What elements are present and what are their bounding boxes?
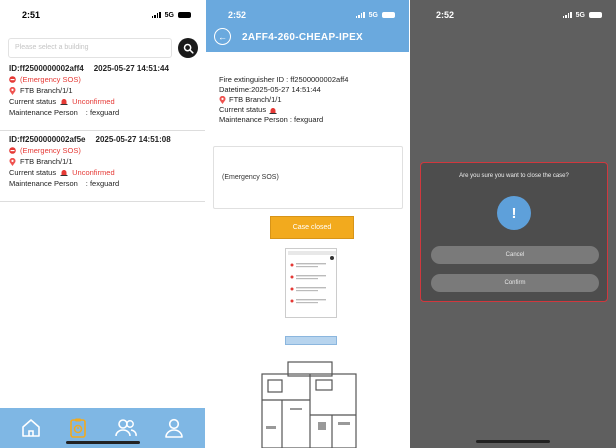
siren-icon bbox=[60, 99, 68, 105]
battery-icon bbox=[382, 12, 395, 18]
alarm-type-box: (Emergency SOS) bbox=[213, 146, 403, 209]
user-icon[interactable] bbox=[163, 417, 185, 439]
screenshot-thumbnail[interactable] bbox=[285, 248, 337, 318]
confirm-close-screen: 2:52 5G Are you sure you want to close t… bbox=[410, 0, 616, 448]
status-bar: 2:51 5G bbox=[0, 0, 205, 30]
maintenance-value: : fexguard bbox=[85, 108, 120, 117]
siren-icon bbox=[60, 170, 68, 176]
alarm-location: FTB Branch/1/1 bbox=[20, 157, 73, 166]
extinguisher-id: Fire extinguisher ID : ff2500000002aff4 bbox=[219, 75, 349, 84]
alarm-type: (Emergency SOS) bbox=[20, 75, 81, 84]
divider bbox=[0, 130, 205, 131]
alarm-type: (Emergency SOS) bbox=[20, 146, 81, 155]
location-pin-icon bbox=[9, 157, 16, 166]
status-label: Current status bbox=[9, 168, 57, 177]
siren-icon bbox=[269, 107, 277, 114]
status-label: Current status bbox=[219, 105, 267, 114]
status-bar: 2:52 5G bbox=[410, 0, 616, 30]
alarm-id: ID:ff2500000002aff4 bbox=[9, 64, 84, 73]
battery-icon bbox=[589, 12, 602, 18]
back-arrow-icon: ← bbox=[218, 31, 227, 42]
home-indicator bbox=[66, 441, 140, 444]
divider bbox=[0, 201, 205, 202]
network-type: 5G bbox=[368, 11, 378, 19]
location-pin-icon bbox=[219, 96, 226, 104]
case-datetime: Datetime:2025-05-27 14:51:44 bbox=[219, 85, 321, 94]
nav-bar: 2:52 5G ← 2AFF4-260-CHEAP-IPEX bbox=[206, 0, 409, 52]
signal-icon bbox=[355, 11, 365, 19]
clock: 2:52 bbox=[228, 10, 247, 20]
home-indicator bbox=[476, 440, 550, 443]
alarm-id: ID:ff2500000002af5e bbox=[9, 135, 86, 144]
alert-icon: ! bbox=[497, 196, 531, 230]
status-bar: 2:52 5G bbox=[206, 0, 409, 30]
confirm-dialog: Are you sure you want to close the case?… bbox=[420, 162, 608, 302]
clock: 2:51 bbox=[22, 10, 41, 20]
page-title: 2AFF4-260-CHEAP-IPEX bbox=[242, 32, 364, 43]
case-location: FTB Branch/1/1 bbox=[229, 95, 282, 104]
alarm-list-screen: 2:51 5G Please select a building ID:ff25… bbox=[0, 0, 205, 448]
alarm-list-icon[interactable] bbox=[67, 417, 89, 439]
case-closed-button[interactable]: Case closed bbox=[270, 216, 354, 239]
alarm-card[interactable]: ID:ff2500000002aff4 2025-05-27 14:51:44 (… bbox=[9, 63, 201, 118]
floor-plan-image[interactable] bbox=[252, 360, 366, 448]
sos-icon bbox=[9, 76, 16, 83]
users-icon[interactable] bbox=[114, 417, 138, 439]
cancel-button[interactable]: Cancel bbox=[431, 246, 599, 264]
home-icon[interactable] bbox=[20, 417, 42, 439]
clock: 2:52 bbox=[436, 10, 455, 20]
tabbar-thumbnail bbox=[285, 336, 337, 345]
status-label: Current status bbox=[9, 97, 57, 106]
search-icon bbox=[183, 43, 194, 54]
alarm-card[interactable]: ID:ff2500000002af5e 2025-05-27 14:51:08 (… bbox=[9, 134, 201, 189]
signal-icon bbox=[562, 11, 572, 19]
alarm-type: (Emergency SOS) bbox=[222, 174, 279, 181]
maintenance-label: Maintenance Person bbox=[9, 108, 78, 117]
battery-icon bbox=[178, 12, 191, 18]
dialog-question: Are you sure you want to close the case? bbox=[459, 173, 569, 179]
status-value: Unconfirmed bbox=[72, 97, 115, 106]
search-button[interactable] bbox=[178, 38, 198, 58]
network-type: 5G bbox=[164, 11, 174, 19]
status-value: Unconfirmed bbox=[72, 168, 115, 177]
search-input[interactable]: Please select a building bbox=[8, 38, 172, 58]
network-type: 5G bbox=[575, 11, 585, 19]
case-info: Fire extinguisher ID : ff2500000002aff4 … bbox=[219, 75, 348, 125]
back-button[interactable]: ← bbox=[214, 28, 231, 45]
sos-icon bbox=[9, 147, 16, 154]
confirm-button[interactable]: Confirm bbox=[431, 274, 599, 292]
maintenance-label: Maintenance Person bbox=[9, 179, 78, 188]
maintenance-person: Maintenance Person : fexguard bbox=[219, 115, 324, 124]
floor-plan-drawing bbox=[261, 361, 357, 448]
location-pin-icon bbox=[9, 86, 16, 95]
signal-icon bbox=[151, 11, 161, 19]
case-detail-screen: 2:52 5G ← 2AFF4-260-CHEAP-IPEX Fire exti… bbox=[206, 0, 409, 448]
alarm-location: FTB Branch/1/1 bbox=[20, 86, 73, 95]
alarm-datetime: 2025-05-27 14:51:08 bbox=[95, 135, 171, 144]
thumbnail-image bbox=[288, 251, 336, 304]
maintenance-value: : fexguard bbox=[85, 179, 120, 188]
alarm-datetime: 2025-05-27 14:51:44 bbox=[93, 64, 169, 73]
